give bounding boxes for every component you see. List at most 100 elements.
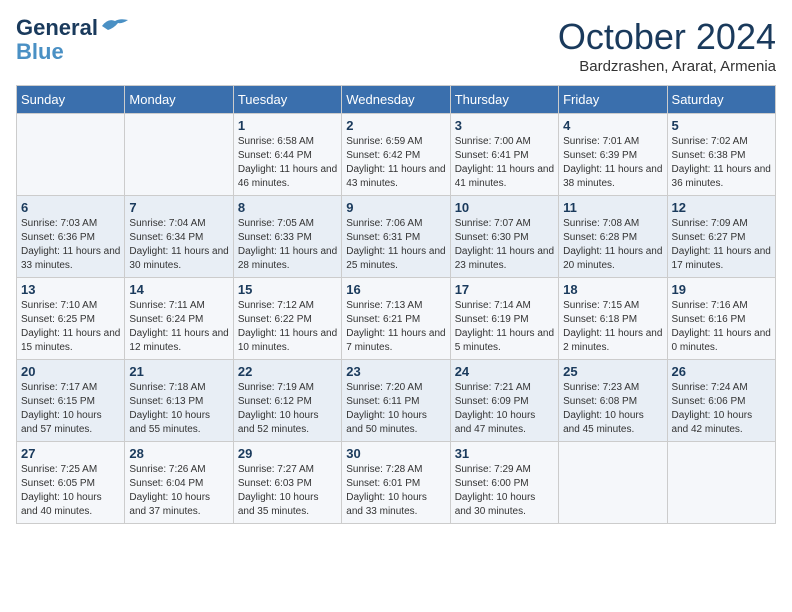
day-info: Sunrise: 7:27 AMSunset: 6:03 PMDaylight:…	[238, 463, 337, 519]
day-number: 14	[129, 282, 228, 297]
calendar-week-row: 13Sunrise: 7:10 AMSunset: 6:25 PMDayligh…	[17, 278, 776, 360]
day-number: 19	[672, 282, 771, 297]
day-number: 26	[672, 364, 771, 379]
day-info: Sunrise: 7:05 AMSunset: 6:33 PMDaylight:…	[238, 217, 337, 273]
day-number: 3	[455, 118, 554, 133]
calendar-cell: 19 Sunrise: 7:16 AMSunset: 6:16 PMDayligh…	[667, 278, 775, 360]
day-info: Sunrise: 7:08 AMSunset: 6:28 PMDaylight:…	[563, 217, 662, 273]
day-number: 27	[21, 446, 120, 461]
calendar-cell: 2 Sunrise: 6:59 AMSunset: 6:42 PMDaylight…	[342, 114, 450, 196]
day-number: 20	[21, 364, 120, 379]
day-number: 13	[21, 282, 120, 297]
day-number: 25	[563, 364, 662, 379]
calendar-cell: 28 Sunrise: 7:26 AMSunset: 6:04 PMDayligh…	[125, 442, 233, 524]
title-block: October 2024 Bardzrashen, Ararat, Armeni…	[558, 16, 776, 75]
day-number: 28	[129, 446, 228, 461]
logo-text: General	[16, 16, 98, 40]
day-number: 30	[346, 446, 445, 461]
day-info: Sunrise: 7:14 AMSunset: 6:19 PMDaylight:…	[455, 299, 554, 355]
day-info: Sunrise: 7:26 AMSunset: 6:04 PMDaylight:…	[129, 463, 228, 519]
calendar-cell	[125, 114, 233, 196]
calendar-cell: 14 Sunrise: 7:11 AMSunset: 6:24 PMDayligh…	[125, 278, 233, 360]
calendar-cell: 25 Sunrise: 7:23 AMSunset: 6:08 PMDayligh…	[559, 360, 667, 442]
day-number: 5	[672, 118, 771, 133]
calendar-cell: 1Sunrise: 6:58 AMSunset: 6:44 PMDaylight…	[233, 114, 341, 196]
calendar-cell: 27 Sunrise: 7:25 AMSunset: 6:05 PMDayligh…	[17, 442, 125, 524]
day-info: Sunrise: 7:19 AMSunset: 6:12 PMDaylight:…	[238, 381, 337, 437]
calendar-cell	[559, 442, 667, 524]
header-monday: Monday	[125, 86, 233, 114]
header-thursday: Thursday	[450, 86, 558, 114]
calendar-cell: 7 Sunrise: 7:04 AMSunset: 6:34 PMDaylight…	[125, 196, 233, 278]
day-info: Sunrise: 7:04 AMSunset: 6:34 PMDaylight:…	[129, 217, 228, 273]
calendar-cell: 6Sunrise: 7:03 AMSunset: 6:36 PMDaylight…	[17, 196, 125, 278]
day-info: Sunrise: 7:13 AMSunset: 6:21 PMDaylight:…	[346, 299, 445, 355]
day-number: 7	[129, 200, 228, 215]
calendar-cell: 5Sunrise: 7:02 AMSunset: 6:38 PMDaylight…	[667, 114, 775, 196]
calendar-cell: 17 Sunrise: 7:14 AMSunset: 6:19 PMDayligh…	[450, 278, 558, 360]
calendar-cell: 29 Sunrise: 7:27 AMSunset: 6:03 PMDayligh…	[233, 442, 341, 524]
calendar-week-row: 20 Sunrise: 7:17 AMSunset: 6:15 PMDayligh…	[17, 360, 776, 442]
day-number: 12	[672, 200, 771, 215]
day-number: 11	[563, 200, 662, 215]
day-info: Sunrise: 6:59 AMSunset: 6:42 PMDaylight:…	[346, 135, 445, 191]
calendar-cell: 22Sunrise: 7:19 AMSunset: 6:12 PMDayligh…	[233, 360, 341, 442]
day-info: Sunrise: 7:20 AMSunset: 6:11 PMDaylight:…	[346, 381, 445, 437]
day-info: Sunrise: 7:06 AMSunset: 6:31 PMDaylight:…	[346, 217, 445, 273]
day-number: 17	[455, 282, 554, 297]
day-info: Sunrise: 7:16 AMSunset: 6:16 PMDaylight:…	[672, 299, 771, 355]
day-number: 15	[238, 282, 337, 297]
day-info: Sunrise: 7:24 AMSunset: 6:06 PMDaylight:…	[672, 381, 771, 437]
calendar-week-row: 27 Sunrise: 7:25 AMSunset: 6:05 PMDayligh…	[17, 442, 776, 524]
day-info: Sunrise: 7:00 AMSunset: 6:41 PMDaylight:…	[455, 135, 554, 191]
header-tuesday: Tuesday	[233, 86, 341, 114]
day-number: 16	[346, 282, 445, 297]
day-info: Sunrise: 7:25 AMSunset: 6:05 PMDaylight:…	[21, 463, 120, 519]
calendar-cell: 8 Sunrise: 7:05 AMSunset: 6:33 PMDaylight…	[233, 196, 341, 278]
calendar-cell: 21 Sunrise: 7:18 AMSunset: 6:13 PMDayligh…	[125, 360, 233, 442]
day-number: 23	[346, 364, 445, 379]
calendar-cell: 11 Sunrise: 7:08 AMSunset: 6:28 PMDayligh…	[559, 196, 667, 278]
logo-blue-text: Blue	[16, 40, 64, 64]
header-saturday: Saturday	[667, 86, 775, 114]
day-number: 2	[346, 118, 445, 133]
logo-bird-icon	[100, 16, 130, 36]
calendar-week-row: 6Sunrise: 7:03 AMSunset: 6:36 PMDaylight…	[17, 196, 776, 278]
calendar-cell: 4Sunrise: 7:01 AMSunset: 6:39 PMDaylight…	[559, 114, 667, 196]
day-info: Sunrise: 7:09 AMSunset: 6:27 PMDaylight:…	[672, 217, 771, 273]
calendar-cell: 9 Sunrise: 7:06 AMSunset: 6:31 PMDaylight…	[342, 196, 450, 278]
calendar-cell: 16 Sunrise: 7:13 AMSunset: 6:21 PMDayligh…	[342, 278, 450, 360]
calendar-header-row: SundayMondayTuesdayWednesdayThursdayFrid…	[17, 86, 776, 114]
day-info: Sunrise: 7:29 AMSunset: 6:00 PMDaylight:…	[455, 463, 554, 519]
calendar-cell	[667, 442, 775, 524]
month-title: October 2024	[558, 16, 776, 58]
calendar-cell: 13Sunrise: 7:10 AMSunset: 6:25 PMDayligh…	[17, 278, 125, 360]
day-number: 9	[346, 200, 445, 215]
day-number: 10	[455, 200, 554, 215]
day-info: Sunrise: 7:23 AMSunset: 6:08 PMDaylight:…	[563, 381, 662, 437]
header-wednesday: Wednesday	[342, 86, 450, 114]
calendar-cell: 26 Sunrise: 7:24 AMSunset: 6:06 PMDayligh…	[667, 360, 775, 442]
day-info: Sunrise: 7:11 AMSunset: 6:24 PMDaylight:…	[129, 299, 228, 355]
location-title: Bardzrashen, Ararat, Armenia	[558, 58, 776, 75]
calendar-cell	[17, 114, 125, 196]
day-number: 6	[21, 200, 120, 215]
day-info: Sunrise: 7:18 AMSunset: 6:13 PMDaylight:…	[129, 381, 228, 437]
day-number: 8	[238, 200, 337, 215]
calendar-cell: 3 Sunrise: 7:00 AMSunset: 6:41 PMDaylight…	[450, 114, 558, 196]
day-number: 29	[238, 446, 337, 461]
day-number: 4	[563, 118, 662, 133]
day-info: Sunrise: 7:21 AMSunset: 6:09 PMDaylight:…	[455, 381, 554, 437]
page-header: General Blue October 2024 Bardzrashen, A…	[16, 16, 776, 75]
day-info: Sunrise: 7:12 AMSunset: 6:22 PMDaylight:…	[238, 299, 337, 355]
calendar-cell: 30Sunrise: 7:28 AMSunset: 6:01 PMDayligh…	[342, 442, 450, 524]
calendar-cell: 20 Sunrise: 7:17 AMSunset: 6:15 PMDayligh…	[17, 360, 125, 442]
calendar-cell: 18Sunrise: 7:15 AMSunset: 6:18 PMDayligh…	[559, 278, 667, 360]
calendar-cell: 23 Sunrise: 7:20 AMSunset: 6:11 PMDayligh…	[342, 360, 450, 442]
day-number: 24	[455, 364, 554, 379]
calendar-cell: 31Sunrise: 7:29 AMSunset: 6:00 PMDayligh…	[450, 442, 558, 524]
day-number: 21	[129, 364, 228, 379]
day-info: Sunrise: 7:15 AMSunset: 6:18 PMDaylight:…	[563, 299, 662, 355]
day-info: Sunrise: 7:17 AMSunset: 6:15 PMDaylight:…	[21, 381, 120, 437]
calendar-cell: 10Sunrise: 7:07 AMSunset: 6:30 PMDayligh…	[450, 196, 558, 278]
